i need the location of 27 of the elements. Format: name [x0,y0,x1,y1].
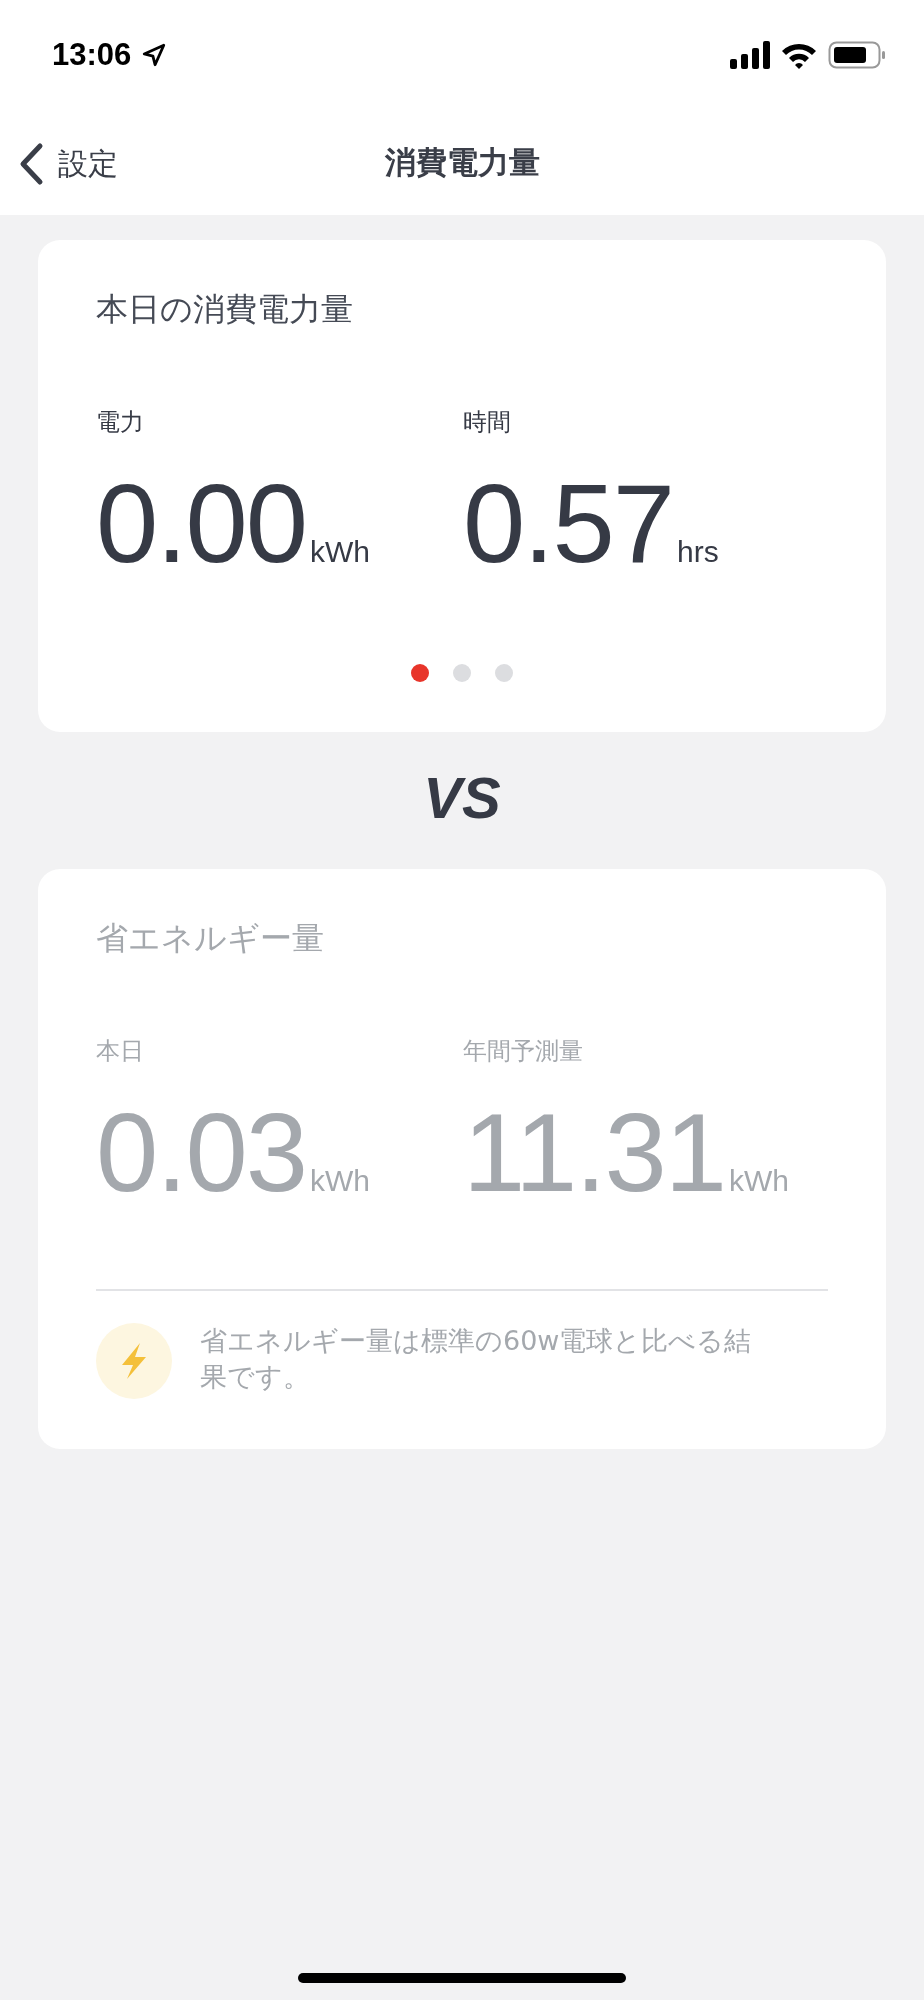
card-title: 省エネルギー量 [96,918,325,959]
metric-unit: kWh [728,1164,789,1198]
versus-label: VS [422,764,502,831]
metric-value: 0.57 [463,468,673,580]
metric-label: 本日 [96,1036,145,1067]
note-text: 省エネルギー量は標準の60w電球と比べる結果です。 [200,1324,753,1395]
page-dot[interactable] [495,664,513,682]
battery-icon [828,41,886,69]
metric-label: 電力 [96,407,145,438]
location-arrow-icon [141,42,168,68]
page-dot[interactable] [411,664,429,682]
signal-icon [730,41,770,69]
page-dot[interactable] [453,664,471,682]
back-button[interactable]: 設定 [18,142,118,186]
status-time: 13:06 [52,37,132,73]
metric-value: 0.00 [96,468,306,580]
metric-label: 年間予測量 [463,1036,584,1067]
page-title: 消費電力量 [384,142,540,182]
metric-unit: kWh [310,1164,370,1198]
metric-unit: hrs [677,535,719,569]
metric-label: 時間 [463,407,512,438]
metric-unit: kWh [310,535,370,569]
wifi-icon [780,41,818,69]
chevron-left-icon [18,142,44,186]
metric-value: 11.31 [463,1097,725,1209]
metric-value: 0.03 [96,1097,306,1209]
card-title: 本日の消費電力量 [96,289,354,330]
